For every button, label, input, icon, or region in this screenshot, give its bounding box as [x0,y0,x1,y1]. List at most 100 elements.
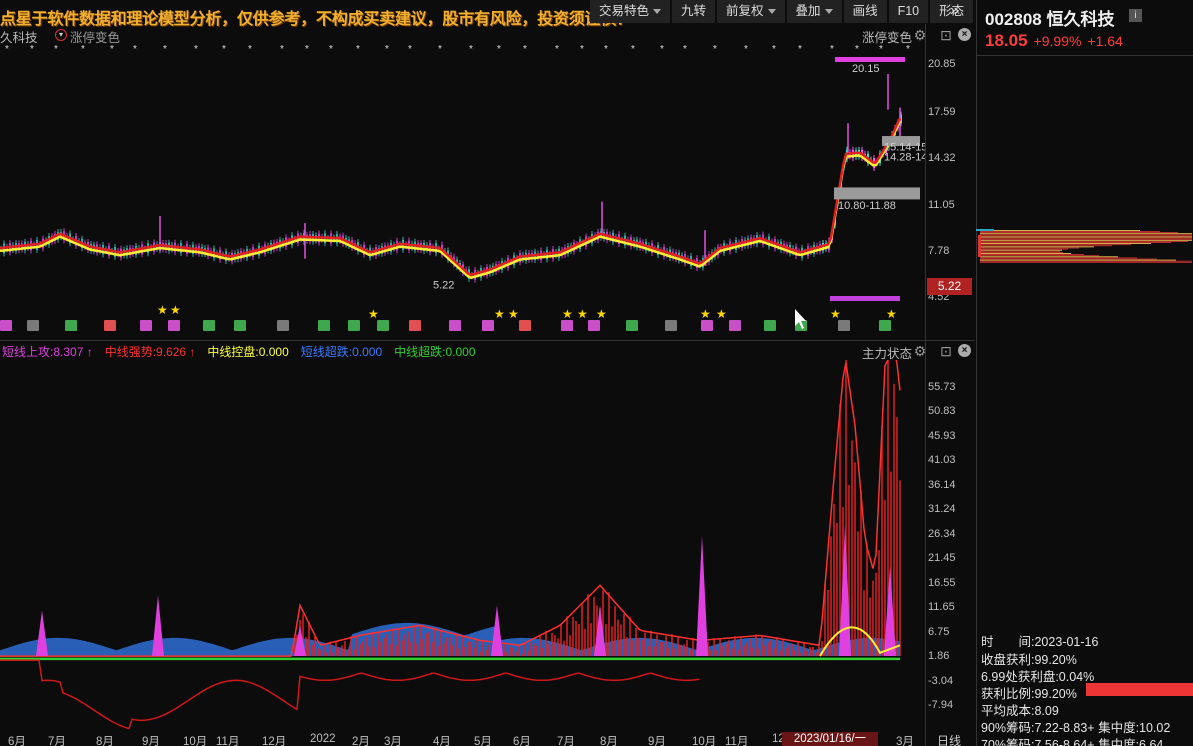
maximize-icon[interactable]: ⊡ [938,27,954,43]
signal-tag [519,320,531,331]
percent-change: +9.99% [1033,33,1082,49]
price-chart[interactable]: * * * * * * * * * * * * * * * * * * * * * * * * * * * * * * * * * *20.155… [0,44,925,340]
indicator-axis-label: 50.83 [928,405,956,417]
indicator-axis-label: 6.75 [928,626,950,638]
signal-star-icon: * [194,44,198,55]
toolbar-button-label: 交易特色 [599,4,650,18]
date-axis-label: 6月 [513,736,531,746]
info-icon[interactable]: i [1129,9,1142,22]
date-axis-label: 6月 [8,736,26,746]
signal-tag [203,320,215,331]
cursor-date-tag: 2023/01/16/一 [782,732,878,746]
price-axis-label: 11.05 [928,199,955,211]
signal-star-icon: * [798,44,802,55]
toolbar-button-4[interactable]: 画线 [843,0,887,23]
indicator-chart[interactable] [0,360,925,730]
chip-bar [980,245,1112,247]
signal-tag [168,320,180,331]
chip-bar [980,260,1192,262]
price-axis-label: 20.85 [928,58,956,70]
chip-bar [980,231,1160,232]
period-selector[interactable]: 日线 [937,732,961,746]
signal-tag [377,320,389,331]
date-axis-label: 7月 [557,736,575,746]
signal-tag [0,320,12,331]
chip-bar [980,250,1060,252]
date-axis-label: 10月 [692,736,717,746]
indicator-axis-label: 26.34 [928,528,956,540]
signal-tag [277,320,289,331]
stock-chart-app: * * * * * * * * * * * * * * * * * * * * * * * * * * * * * * * * * * 20.15 5… [0,0,1193,746]
signal-tag [449,320,461,331]
toolbar-button-1[interactable]: 九转 [672,0,716,23]
short-attack-spike [36,610,48,657]
toolbar-button-2[interactable]: 前复权 [717,0,785,23]
signal-tag [348,320,360,331]
short-attack-spike [594,605,606,657]
signal-star-icon: * [280,44,284,55]
chip-bar [978,235,981,257]
chevron-down-icon [824,9,833,14]
price-axis-label: 7.78 [928,245,950,257]
double-chevron-right-icon[interactable]: » [950,2,970,20]
toolbar-button-label: F10 [897,4,920,18]
price-annotation: 20.15 [852,63,880,75]
chip-bar [980,257,1137,259]
mid-strength-line [0,360,901,657]
signal-star-icon: * [683,44,687,55]
toolbar-button-3[interactable]: 叠加 [786,0,842,23]
maximize-icon[interactable]: ⊡ [938,343,954,359]
main-panel-indicator-name[interactable]: 涨停变色 [862,27,912,46]
date-axis-label: 4月 [433,736,451,746]
chip-info-line: 70%筹码:7.56-8.64+ 集中度:6.64 [981,738,1164,746]
date-axis-label: 5月 [474,736,492,746]
signal-star-icon: * [305,44,309,55]
star-signal-icon: ★ [830,307,841,321]
chip-bar [980,237,1192,239]
star-signal-icon: ★ [700,307,711,321]
chip-bar [980,253,1071,254]
current-price-tag: 5.22 [927,278,972,295]
indicator-axis-label: 36.14 [928,479,956,491]
date-axis-label: 11月 [216,736,240,746]
signal-tag [701,320,713,331]
price-annotation: 10.80-11.88 [838,200,896,212]
toolbar-button-label: 画线 [852,4,878,18]
signal-tag [764,320,776,331]
chip-bar [980,255,1099,257]
panel-divider[interactable] [0,340,975,341]
disclaimer-banner: 点星于软件数据和理论模型分析，仅供参考，不构成买卖建议，股市有风险，投资须谨慎！ [0,11,633,28]
signal-tag [729,320,741,331]
date-axis-label: 8月 [96,736,114,746]
date-axis-label: 12月 [262,736,287,746]
chip-bar [980,242,1171,243]
signal-tag [318,320,330,331]
chevron-down-icon [767,9,776,14]
settings-gear-icon[interactable]: ⚙ [912,343,928,359]
price-axis-label: 17.59 [928,106,956,118]
chip-bar [980,235,1192,237]
main-indicator-label[interactable]: 涨停变色 [70,27,120,46]
close-icon[interactable]: × [958,28,971,41]
signal-tag [482,320,494,331]
toolbar-button-5[interactable]: F10 [888,0,929,23]
date-axis-label: 2月 [352,736,370,746]
toolbar-button-label: 九转 [681,4,707,18]
sub-panel-indicator-name[interactable]: 主力状态 [862,343,912,362]
chip-bar [980,249,1062,251]
signal-tag [234,320,246,331]
star-signal-icon: ★ [368,307,379,321]
star-signal-icon: ★ [170,303,181,317]
close-icon[interactable]: × [958,344,971,357]
legend-item: 短线超跌:0.000 [300,345,383,359]
star-signal-icon: ★ [508,307,519,321]
chip-bar [976,229,994,231]
chip-bar [980,236,1192,238]
chip-bar [980,230,1140,231]
toolbar-button-0[interactable]: 交易特色 [590,0,671,23]
chip-bar [980,259,1176,261]
signal-tag [665,320,677,331]
stock-code-name: 002808 恒久科技 [985,10,1115,29]
indicator-dropdown-icon[interactable]: ▾ [55,29,67,41]
chip-bar [980,254,1084,255]
